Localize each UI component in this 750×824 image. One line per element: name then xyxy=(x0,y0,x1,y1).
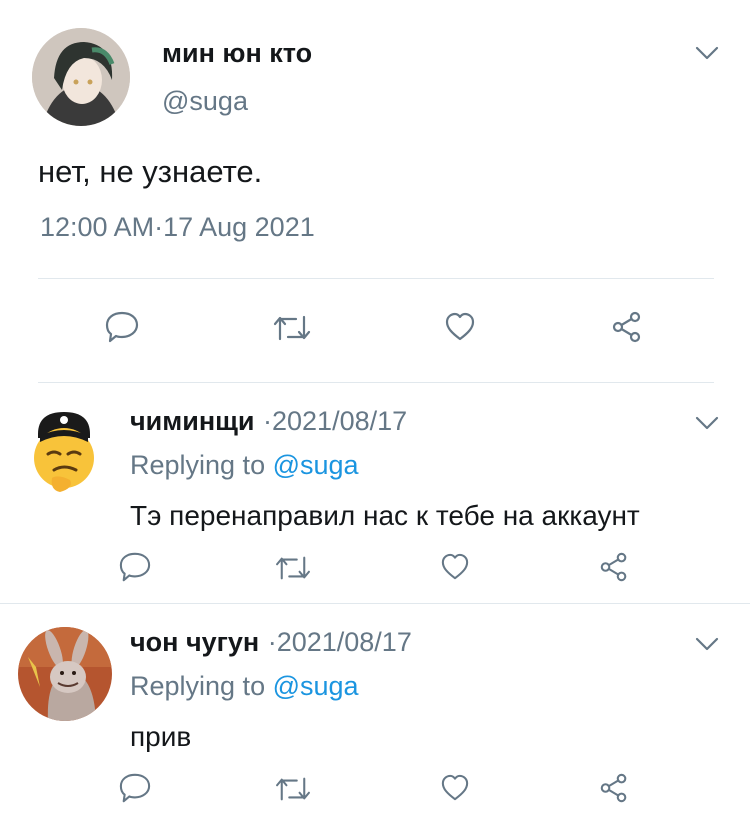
like-icon[interactable] xyxy=(440,553,470,581)
like-icon[interactable] xyxy=(444,312,476,342)
date-separator: · xyxy=(263,406,272,436)
like-icon[interactable] xyxy=(440,774,470,802)
avatar[interactable] xyxy=(18,627,112,721)
reply-header: чон чугун ·2021/08/17 xyxy=(130,627,412,658)
avatar[interactable] xyxy=(32,28,130,126)
date-separator: · xyxy=(154,212,164,242)
reply-date[interactable]: 2021/08/17 xyxy=(277,627,412,657)
divider xyxy=(38,382,714,383)
replying-to: Replying to @suga xyxy=(130,671,359,702)
reply-text: Тэ перенаправил нас к тебе на аккаунт xyxy=(130,500,640,531)
avatar[interactable] xyxy=(30,406,98,496)
chevron-down-icon[interactable] xyxy=(694,414,720,432)
divider xyxy=(0,603,750,604)
author-name[interactable]: чон чугун xyxy=(130,627,259,657)
tweet-time: 12:00 AM xyxy=(40,212,155,242)
reply-icon[interactable] xyxy=(118,551,152,583)
tweet-text: нет, не узнаете. xyxy=(38,154,263,189)
author-name[interactable]: чиминщи xyxy=(130,406,255,436)
reply-text: прив xyxy=(130,721,192,752)
divider xyxy=(38,278,714,279)
date-separator: · xyxy=(267,627,277,657)
retweet-icon[interactable] xyxy=(272,312,312,344)
retweet-icon[interactable] xyxy=(274,553,312,583)
tweet-timestamp[interactable]: 12:00 AM·17 Aug 2021 xyxy=(40,212,315,243)
retweet-icon[interactable] xyxy=(274,774,312,804)
replying-to: Replying to @suga xyxy=(130,450,359,481)
share-icon[interactable] xyxy=(598,772,630,804)
mention-link[interactable]: @suga xyxy=(273,671,359,701)
chevron-down-icon[interactable] xyxy=(694,44,720,62)
author-name[interactable]: мин юн кто xyxy=(162,38,312,69)
reply-icon[interactable] xyxy=(118,772,152,804)
reply-header: чиминщи ·2021/08/17 xyxy=(130,406,407,437)
share-icon[interactable] xyxy=(598,551,630,583)
tweet-date: 17 Aug 2021 xyxy=(163,212,315,242)
reply-date[interactable]: 2021/08/17 xyxy=(272,406,407,436)
share-icon[interactable] xyxy=(610,310,644,344)
author-handle[interactable]: @suga xyxy=(162,86,248,117)
replying-label: Replying to xyxy=(130,671,266,701)
mention-link[interactable]: @suga xyxy=(273,450,359,480)
chevron-down-icon[interactable] xyxy=(694,635,720,653)
replying-label: Replying to xyxy=(130,450,266,480)
reply-icon[interactable] xyxy=(104,310,140,344)
